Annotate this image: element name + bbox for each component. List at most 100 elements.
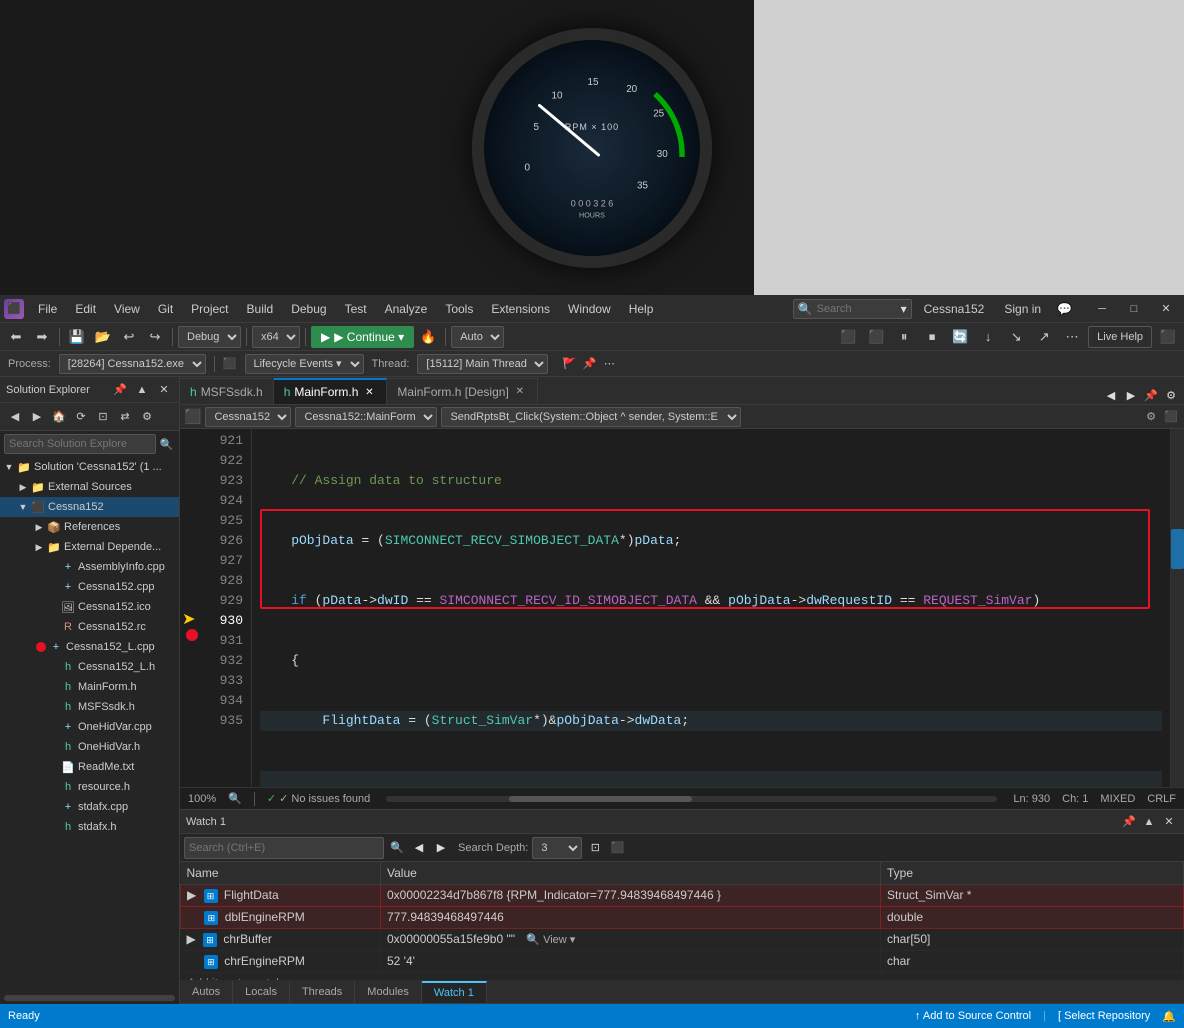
watch-arrow-btn[interactable]: ▲	[1140, 813, 1158, 831]
tree-cessna-l-cpp[interactable]: + Cessna152_L.cpp	[0, 637, 179, 657]
watch-close-btn[interactable]: ✕	[1160, 813, 1178, 831]
tree-resource-h[interactable]: h resource.h	[0, 777, 179, 797]
tab-threads[interactable]: Threads	[290, 981, 355, 1003]
tree-references[interactable]: ▶ 📦 References	[0, 517, 179, 537]
watch-nav-right[interactable]: ▶	[432, 839, 450, 857]
flightdata-expand-icon[interactable]: ▶	[187, 888, 196, 902]
toolbar-stepover-btn[interactable]: ↓	[976, 325, 1000, 349]
toolbar-restart-btn[interactable]: 🔄	[948, 325, 972, 349]
minimap[interactable]	[1170, 429, 1184, 787]
menu-tools[interactable]: Tools	[437, 300, 481, 318]
zoom-icon[interactable]: 🔍	[228, 792, 242, 805]
toolbar-stop-btn[interactable]: ⏹	[920, 325, 944, 349]
sol-refresh[interactable]: ⟳	[72, 408, 90, 426]
continue-button[interactable]: ▶ ▶ Continue ▾	[311, 326, 414, 348]
method-dropdown[interactable]: SendRptsBt_Click(System::Object ^ sender…	[441, 407, 741, 427]
thread-dropdown[interactable]: [15112] Main Thread	[417, 354, 548, 374]
tab-design-close[interactable]: ✕	[513, 385, 527, 399]
sol-nav-fwd[interactable]: ▶	[28, 408, 46, 426]
close-button[interactable]: ✕	[1152, 299, 1180, 319]
tree-msfssdk-h[interactable]: h MSFSsdk.h	[0, 697, 179, 717]
tree-external-dep[interactable]: ▶ 📁 External Depende...	[0, 537, 179, 557]
sol-exp-scrollbar[interactable]	[0, 992, 179, 1004]
tree-onehidvar-cpp[interactable]: + OneHidVar.cpp	[0, 717, 179, 737]
tab-autos[interactable]: Autos	[180, 981, 233, 1003]
ext-sources-arrow[interactable]: ▶	[16, 482, 30, 493]
ext-dep-arrow[interactable]: ▶	[32, 542, 46, 553]
tab-watch1[interactable]: Watch 1	[422, 981, 487, 1003]
chrbuffer-expand-icon[interactable]: ▶	[187, 932, 196, 946]
menu-build[interactable]: Build	[239, 300, 282, 318]
tree-cessna-l-h[interactable]: h Cessna152_L.h	[0, 657, 179, 677]
tree-external-sources[interactable]: ▶ 📁 External Sources	[0, 477, 179, 497]
auto-dropdown[interactable]: Auto	[451, 326, 504, 348]
watch-add-item-row[interactable]: Add item to watch	[181, 972, 1184, 980]
sol-search-btn[interactable]: 🔍	[158, 435, 175, 453]
toolbar-stepout-btn[interactable]: ↗	[1032, 325, 1056, 349]
tab-mainform-close[interactable]: ✕	[362, 385, 376, 399]
debug-config-dropdown[interactable]: Debug	[178, 326, 241, 348]
search-box[interactable]: 🔍 ▾	[793, 299, 912, 319]
feedback-icon[interactable]: 💬	[1053, 302, 1076, 316]
code-content-area[interactable]: // Assign data to structure pObjData = (…	[252, 429, 1170, 787]
solution-search-input[interactable]	[4, 434, 156, 454]
menu-window[interactable]: Window	[560, 300, 619, 318]
toolbar-extra-btn[interactable]: ⬛	[1156, 325, 1180, 349]
toolbar-stepinto-btn[interactable]: ↘	[1004, 325, 1028, 349]
add-source-control[interactable]: ↑ Add to Source Control	[915, 1010, 1031, 1023]
toolbar-open-btn[interactable]: 📂	[91, 325, 115, 349]
process-dropdown[interactable]: [28264] Cessna152.exe	[59, 354, 206, 374]
member-dropdown[interactable]: Cessna152::MainForm	[295, 407, 437, 427]
tab-locals[interactable]: Locals	[233, 981, 290, 1003]
tab-scroll-left[interactable]: ◀	[1102, 386, 1120, 404]
toolbar-forward-btn[interactable]: ➡	[30, 325, 54, 349]
menu-view[interactable]: View	[106, 300, 148, 318]
tree-assemblyinfo[interactable]: + AssemblyInfo.cpp	[0, 557, 179, 577]
sol-settings[interactable]: ⚙	[138, 408, 156, 426]
minimize-button[interactable]: ─	[1088, 299, 1116, 319]
menu-test[interactable]: Test	[337, 300, 375, 318]
sol-exp-arrow-btn[interactable]: ▲	[133, 381, 151, 399]
toolbar-step-btn[interactable]: ⬛	[864, 325, 888, 349]
menu-edit[interactable]: Edit	[67, 300, 104, 318]
tree-cessna-rc[interactable]: R Cessna152.rc	[0, 617, 179, 637]
tab-settings-btn[interactable]: ⚙	[1162, 386, 1180, 404]
watch-pin-btn[interactable]: 📌	[1120, 813, 1138, 831]
solution-expand-arrow[interactable]: ▼	[2, 462, 16, 472]
menu-git[interactable]: Git	[150, 300, 181, 318]
tab-modules[interactable]: Modules	[355, 981, 422, 1003]
search-input[interactable]	[817, 303, 897, 315]
tree-onehidvar-h[interactable]: h OneHidVar.h	[0, 737, 179, 757]
watch-search-btn[interactable]: 🔍	[388, 839, 406, 857]
sol-home[interactable]: 🏠	[50, 408, 68, 426]
menu-project[interactable]: Project	[183, 300, 236, 318]
sol-scroll-thumb[interactable]	[4, 995, 175, 1001]
tab-mainform-design[interactable]: MainForm.h [Design] ✕	[387, 378, 537, 404]
tree-cessna-ico[interactable]: 🖼 Cessna152.ico	[0, 597, 179, 617]
class-dropdown[interactable]: Cessna152	[205, 407, 291, 427]
toolbar-step2-btn[interactable]: ⏸	[892, 325, 916, 349]
sol-exp-close-btn[interactable]: ✕	[155, 381, 173, 399]
editor-settings-btn[interactable]: ⚙	[1142, 408, 1160, 426]
tab-msfssdk[interactable]: h MSFSsdk.h	[180, 378, 274, 404]
tab-scroll-right[interactable]: ▶	[1122, 386, 1140, 404]
lifecycle-dropdown[interactable]: Lifecycle Events ▾	[245, 354, 364, 374]
sol-nav-back[interactable]: ◀	[6, 408, 24, 426]
select-repository[interactable]: [ Select Repository	[1058, 1010, 1150, 1023]
tree-readme[interactable]: 📄 ReadMe.txt	[0, 757, 179, 777]
toolbar-more-btn[interactable]: ⋯	[1060, 325, 1084, 349]
toolbar-save-btn[interactable]: 💾	[65, 325, 89, 349]
tree-cessna152[interactable]: ▼ ⬛ Cessna152	[0, 497, 179, 517]
watch-nav-left[interactable]: ◀	[410, 839, 428, 857]
watch-row-chrbuffer[interactable]: ▶ ⊞ chrBuffer 0x00000055a15fe9b0 "" 🔍 Vi…	[181, 928, 1184, 950]
cessna152-arrow[interactable]: ▼	[16, 502, 30, 512]
toolbar-redo-btn[interactable]: ↪	[143, 325, 167, 349]
view-link[interactable]: 🔍 View ▾	[526, 934, 575, 946]
add-item-label[interactable]: Add item to watch	[181, 972, 1184, 980]
live-help-button[interactable]: Live Help	[1088, 326, 1152, 348]
watch-filter-btn[interactable]: ⊡	[586, 839, 604, 857]
references-arrow[interactable]: ▶	[32, 522, 46, 533]
sol-filter[interactable]: ⊡	[94, 408, 112, 426]
watch-row-chrenginerpm[interactable]: ⊞ chrEngineRPM 52 '4' char	[181, 950, 1184, 972]
depth-dropdown[interactable]: 3	[532, 837, 582, 859]
